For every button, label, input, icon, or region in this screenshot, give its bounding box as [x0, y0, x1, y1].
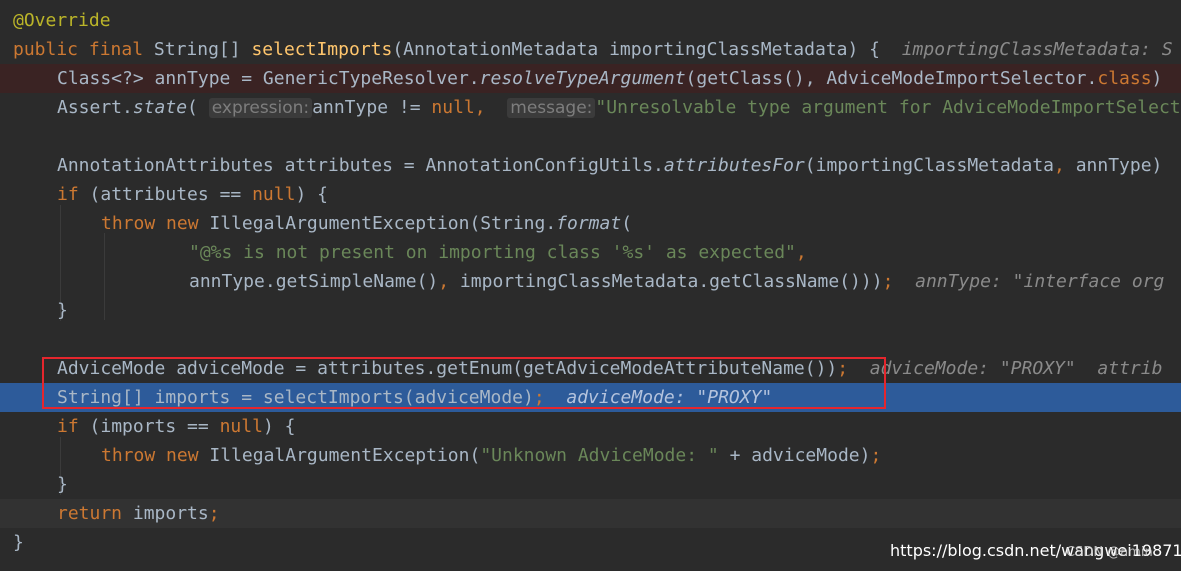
- annotation-override: @Override: [13, 10, 111, 31]
- keyword: null: [431, 97, 475, 118]
- code-line: Assert.state( expression: annType != null…: [0, 93, 1181, 122]
- code-token: (AnnotationMetadata importingClassMetada…: [392, 39, 881, 60]
- code-line: "@%s is not present on importing class '…: [0, 238, 1181, 267]
- code-line: AdviceMode adviceMode = attributes.getEn…: [0, 354, 1181, 383]
- code-line: if (imports == null) {: [0, 412, 1181, 441]
- string-literal: "Unresolvable type argument for AdviceMo…: [595, 97, 1181, 118]
- code-token: ) {: [295, 184, 328, 205]
- watermark-overlay: CSDN @amin: [1066, 545, 1153, 560]
- keyword: final: [88, 39, 144, 60]
- code-token: ): [1151, 68, 1163, 89]
- code-line: throw new IllegalArgumentException(Strin…: [0, 209, 1181, 238]
- keyword: class: [1097, 68, 1152, 89]
- code-token: String[] imports = selectImports(adviceM…: [57, 387, 534, 408]
- inline-debug-value: adviceMode: "PROXY": [869, 358, 1076, 379]
- code-token: + adviceMode): [718, 445, 871, 466]
- code-token: Assert.: [57, 97, 133, 118]
- keyword: return: [57, 503, 123, 524]
- comma: ,: [474, 97, 486, 118]
- code-token: importingClassMetadata.getClassName())): [449, 271, 883, 292]
- inline-debug-value: adviceMode: "PROXY": [566, 387, 773, 408]
- code-line: AnnotationAttributes attributes = Annota…: [0, 151, 1181, 180]
- code-token: }: [57, 300, 68, 321]
- code-editor[interactable]: @Override public final String[] selectIm…: [0, 0, 1181, 571]
- code-token: (: [187, 97, 198, 118]
- keyword: public: [13, 39, 79, 60]
- method-call: attributesFor: [663, 155, 805, 176]
- code-line: }: [0, 470, 1181, 499]
- keyword: throw: [101, 213, 156, 234]
- semicolon: ;: [882, 271, 894, 292]
- code-token: (importingClassMetadata: [804, 155, 1055, 176]
- parameter-hint: expression:: [208, 98, 313, 118]
- code-line: @Override: [0, 6, 1181, 35]
- code-token: Class<?> annType = GenericTypeResolver.: [57, 68, 480, 89]
- inline-debug-value: attrib: [1097, 358, 1163, 379]
- comma: ,: [1054, 155, 1065, 176]
- inline-debug-value: importingClassMetadata: S: [901, 39, 1173, 60]
- code-token: String[]: [153, 39, 241, 60]
- code-token: }: [57, 474, 68, 495]
- string-literal: "@%s is not present on importing class '…: [189, 242, 796, 263]
- code-line: annType.getSimpleName(), importingClassM…: [0, 267, 1181, 296]
- code-token: (getClass(), AdviceModeImportSelector.: [685, 68, 1098, 89]
- parameter-hint: message:: [507, 98, 596, 118]
- code-line: public final String[] selectImports(Anno…: [0, 35, 1181, 64]
- code-token: (: [621, 213, 633, 234]
- keyword: null: [219, 416, 263, 437]
- keyword: if: [57, 416, 79, 437]
- keyword: new: [166, 445, 199, 466]
- comma: ,: [795, 242, 807, 263]
- comma: ,: [438, 271, 450, 292]
- code-token: IllegalArgumentException(: [198, 445, 481, 466]
- method-call: state: [132, 97, 188, 118]
- code-token: annType !=: [312, 97, 432, 118]
- keyword: throw: [101, 445, 156, 466]
- caret-line: return imports;: [0, 499, 1181, 528]
- semicolon: ;: [870, 445, 882, 466]
- string-literal: "Unknown AdviceMode: ": [480, 445, 719, 466]
- method-name: selectImports: [251, 39, 393, 60]
- code-token: imports: [122, 503, 209, 524]
- code-token: AdviceMode adviceMode = attributes.getEn…: [57, 358, 838, 379]
- semicolon: ;: [533, 387, 545, 408]
- inline-debug-value: annType: "interface org: [915, 271, 1165, 292]
- keyword: null: [252, 184, 296, 205]
- keyword: new: [166, 213, 199, 234]
- code-line-error: Class<?> annType = GenericTypeResolver.r…: [0, 64, 1181, 93]
- code-line: if (attributes == null) {: [0, 180, 1181, 209]
- code-token: }: [13, 532, 24, 553]
- code-line: }: [0, 296, 1181, 325]
- code-token: (imports ==: [78, 416, 220, 437]
- method-call: resolveTypeArgument: [479, 68, 686, 89]
- code-line: throw new IllegalArgumentException("Unkn…: [0, 441, 1181, 470]
- semicolon: ;: [837, 358, 849, 379]
- code-token: annType): [1064, 155, 1163, 176]
- execution-point-line: String[] imports = selectImports(adviceM…: [0, 383, 1181, 412]
- code-token: annType.getSimpleName(): [189, 271, 439, 292]
- method-call: format: [556, 213, 622, 234]
- code-token: (attributes ==: [78, 184, 253, 205]
- keyword: if: [57, 184, 79, 205]
- code-token: ) {: [262, 416, 296, 437]
- code-token: IllegalArgumentException(String.: [198, 213, 557, 234]
- code-token: AnnotationAttributes attributes = Annota…: [57, 155, 664, 176]
- semicolon: ;: [208, 503, 220, 524]
